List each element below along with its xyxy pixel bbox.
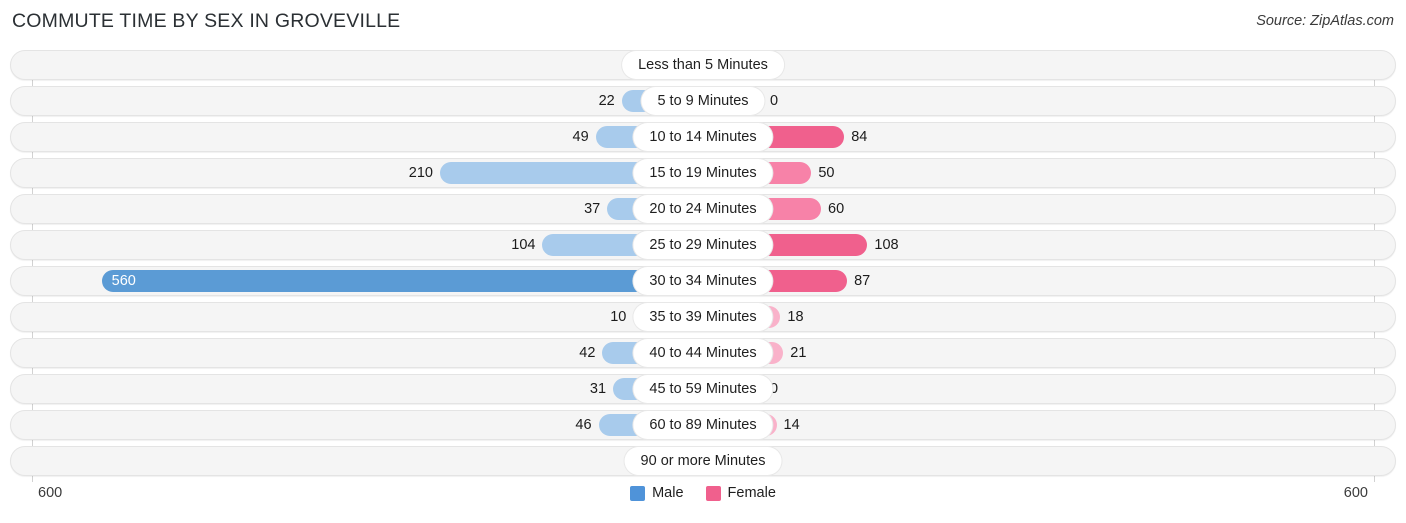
bar-row: 37 60 20 to 24 Minutes	[0, 194, 1406, 224]
bar-row: 210 50 15 to 19 Minutes	[0, 158, 1406, 188]
value-label-male: 10	[610, 309, 627, 325]
bar-row: 560 87 30 to 34 Minutes	[0, 266, 1406, 296]
value-label-female: 14	[783, 417, 800, 433]
value-label-female: 21	[790, 345, 807, 361]
bar-row: 49 84 10 to 14 Minutes	[0, 122, 1406, 152]
category-label: 30 to 34 Minutes	[633, 267, 773, 295]
category-label: 60 to 89 Minutes	[633, 411, 773, 439]
category-label: 40 to 44 Minutes	[633, 339, 773, 367]
legend-swatch-icon	[705, 485, 721, 501]
bar-row: 31 0 45 to 59 Minutes	[0, 374, 1406, 404]
category-label: 20 to 24 Minutes	[633, 195, 773, 223]
bar-male[interactable]	[101, 270, 703, 292]
category-label: Less than 5 Minutes	[622, 51, 784, 79]
bar-rows: 00Less than 5 Minutes2205 to 9 Minutes49…	[0, 50, 1406, 482]
chart-legend: Male Female	[0, 485, 1406, 501]
value-label-female: 84	[851, 129, 868, 145]
value-label-male: 210	[408, 165, 433, 181]
value-label-female: 87	[854, 273, 871, 289]
category-label: 25 to 29 Minutes	[633, 231, 773, 259]
legend-label: Male	[652, 485, 684, 501]
source-attribution: Source: ZipAtlas.com	[1256, 13, 1394, 29]
legend-label: Female	[727, 485, 776, 501]
value-label-male: 37	[584, 201, 601, 217]
category-label: 90 or more Minutes	[624, 447, 782, 475]
chart-plot-area: 00Less than 5 Minutes2205 to 9 Minutes49…	[0, 46, 1406, 483]
value-label-female: 60	[828, 201, 845, 217]
value-label-female: 0	[770, 93, 779, 109]
value-label-male: 22	[598, 93, 615, 109]
value-label-male: 46	[575, 417, 592, 433]
category-label: 15 to 19 Minutes	[633, 159, 773, 187]
chart-footer: 600 600 Male Female	[0, 483, 1406, 523]
bar-row: 104 108 25 to 29 Minutes	[0, 230, 1406, 260]
category-label: 10 to 14 Minutes	[633, 123, 773, 151]
bar-row: 46 14 60 to 89 Minutes	[0, 410, 1406, 440]
value-label-female: 0	[770, 381, 779, 397]
value-label-female: 18	[787, 309, 804, 325]
value-label-male: 42	[579, 345, 596, 361]
bar-row: 00Less than 5 Minutes	[0, 50, 1406, 80]
bar-row: 10 18 35 to 39 Minutes	[0, 302, 1406, 332]
category-label: 5 to 9 Minutes	[641, 87, 765, 115]
bar-row: 42 21 40 to 44 Minutes	[0, 338, 1406, 368]
chart-header: COMMUTE TIME BY SEX IN GROVEVILLE Source…	[0, 0, 1406, 46]
value-label-male: 560	[111, 273, 136, 289]
value-label-female: 50	[818, 165, 835, 181]
legend-item-female[interactable]: Female	[705, 485, 776, 501]
legend-swatch-icon	[630, 485, 646, 501]
value-label-male: 104	[511, 237, 536, 253]
value-label-male: 49	[572, 129, 589, 145]
page-title: COMMUTE TIME BY SEX IN GROVEVILLE	[12, 10, 401, 32]
value-label-female: 108	[874, 237, 899, 253]
category-label: 45 to 59 Minutes	[633, 375, 773, 403]
value-label-male: 31	[589, 381, 607, 397]
legend-item-male[interactable]: Male	[630, 485, 684, 501]
value-label-female: 0	[770, 446, 850, 476]
bar-row: 0090 or more Minutes	[0, 446, 1406, 476]
bar-row: 22 0 5 to 9 Minutes	[0, 86, 1406, 116]
category-label: 35 to 39 Minutes	[633, 303, 773, 331]
